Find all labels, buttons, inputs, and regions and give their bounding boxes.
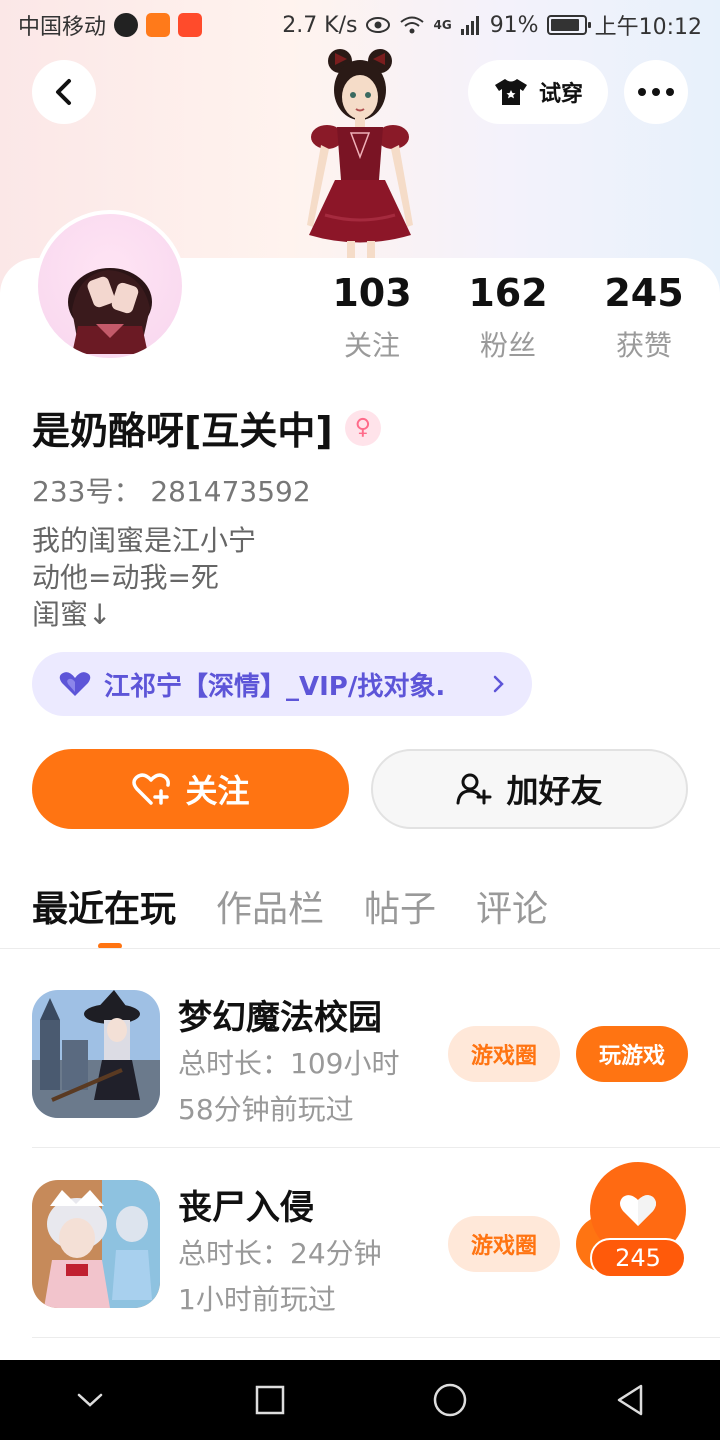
following-count: 103 — [332, 271, 412, 315]
following-label: 关注 — [343, 329, 400, 362]
system-nav-bar — [0, 1360, 720, 1440]
tabs-divider — [0, 948, 720, 949]
relation-link[interactable]: 江祁宁【深情】_VIP/找对象. — [32, 652, 532, 716]
bio-line: 动他=动我=死 — [32, 561, 219, 594]
game-duration: 总时长：109小时 — [178, 1047, 400, 1080]
game-circle-button[interactable]: 游戏圈 — [448, 1216, 560, 1272]
more-dots-icon — [638, 88, 674, 96]
profile-tabs: 最近在玩 作品栏 帖子 评论 — [32, 880, 548, 932]
follow-label: 关注 — [185, 772, 250, 810]
clock: 上午10:12 — [594, 15, 702, 40]
try-on-button[interactable]: 试穿 — [468, 60, 608, 124]
tshirt-icon — [494, 79, 527, 105]
tiktok-icon — [114, 13, 139, 37]
tab-works[interactable]: 作品栏 — [216, 880, 324, 932]
circle-icon — [433, 1383, 467, 1417]
avatar-image — [68, 268, 152, 354]
heart-icon — [620, 1195, 656, 1226]
tab-comments[interactable]: 评论 — [476, 880, 548, 932]
status-bar: 中国移动 2.7 K/s 4G 91% 上午10:12 — [0, 0, 720, 50]
try-on-label: 试穿 — [538, 82, 583, 107]
floating-like-button[interactable]: 245 — [590, 1162, 686, 1280]
game-icon[interactable] — [32, 990, 160, 1118]
avatar[interactable] — [34, 210, 186, 362]
add-friend-label: 加好友 — [506, 772, 603, 810]
game-circle-button[interactable]: 游戏圈 — [448, 1026, 560, 1082]
network-type: 4G — [433, 18, 452, 32]
stat-likes[interactable]: 245 获赞 — [574, 268, 714, 364]
game-last-played: 1小时前玩过 — [178, 1283, 336, 1316]
game-last-played: 58分钟前玩过 — [178, 1093, 354, 1126]
relation-text: 江祁宁【深情】_VIP/找对象. — [104, 671, 446, 702]
row-divider — [32, 1337, 720, 1338]
follow-button[interactable]: 关注 — [32, 749, 349, 829]
fans-label: 粉丝 — [479, 329, 536, 362]
nav-home-button[interactable] — [410, 1360, 490, 1440]
add-user-icon — [456, 773, 492, 805]
username-text: 是奶酪呀[互关中] — [32, 409, 333, 453]
back-button[interactable] — [32, 60, 96, 124]
chevron-left-icon — [56, 79, 71, 105]
tab-posts[interactable]: 帖子 — [364, 880, 436, 932]
more-options-button[interactable] — [624, 60, 688, 124]
username: 是奶酪呀[互关中] ♀ — [32, 400, 381, 455]
app-notification-icon — [178, 13, 203, 37]
avatar-character-figure[interactable] — [285, 45, 435, 260]
carrier-label: 中国移动 — [18, 15, 107, 40]
row-divider — [32, 1147, 720, 1148]
nav-recents-button[interactable] — [230, 1360, 310, 1440]
likes-count: 245 — [604, 271, 684, 315]
square-icon — [255, 1385, 285, 1415]
nav-back-button[interactable] — [590, 1360, 670, 1440]
tab-recently-played[interactable]: 最近在玩 — [32, 880, 176, 932]
wifi-icon — [400, 16, 425, 34]
female-gender-icon: ♀ — [344, 409, 381, 446]
bio-line: 我的闺蜜是江小宁 — [32, 524, 257, 557]
like-count: 245 — [590, 1238, 686, 1278]
stat-following[interactable]: 103 关注 — [302, 268, 442, 364]
chevron-down-icon — [77, 1393, 103, 1407]
signal-icon — [460, 16, 479, 35]
add-friend-button[interactable]: 加好友 — [371, 749, 688, 829]
heart-plus-icon — [132, 773, 171, 805]
double-heart-icon — [59, 672, 91, 696]
app-notification-icon — [146, 13, 171, 37]
triangle-back-icon — [617, 1384, 643, 1416]
game-icon[interactable] — [32, 1180, 160, 1308]
play-game-button[interactable]: 玩游戏 — [576, 1026, 688, 1082]
battery-percent: 91% — [489, 12, 539, 38]
stat-fans[interactable]: 162 粉丝 — [438, 268, 578, 364]
game-title: 丧尸入侵 — [178, 1188, 314, 1228]
user-id: 233号： 281473592 — [32, 475, 311, 508]
game-title: 梦幻魔法校园 — [178, 998, 382, 1038]
chevron-right-icon — [493, 675, 504, 693]
eye-icon — [366, 17, 391, 33]
nav-collapse-button[interactable] — [50, 1360, 130, 1440]
fans-count: 162 — [468, 271, 548, 315]
bio-line: 闺蜜↓ — [32, 598, 112, 631]
list-item[interactable]: 梦幻魔法校园 总时长：109小时 58分钟前玩过 游戏圈 玩游戏 — [32, 990, 720, 1180]
network-speed: 2.7 K/s — [282, 12, 358, 38]
bio: 我的闺蜜是江小宁 动他=动我=死 闺蜜↓ — [32, 522, 256, 633]
game-duration: 总时长：24分钟 — [178, 1237, 382, 1270]
likes-label: 获赞 — [615, 329, 672, 362]
game-thumbnail — [32, 1180, 160, 1308]
game-thumbnail — [32, 990, 160, 1118]
battery-icon — [546, 15, 591, 35]
